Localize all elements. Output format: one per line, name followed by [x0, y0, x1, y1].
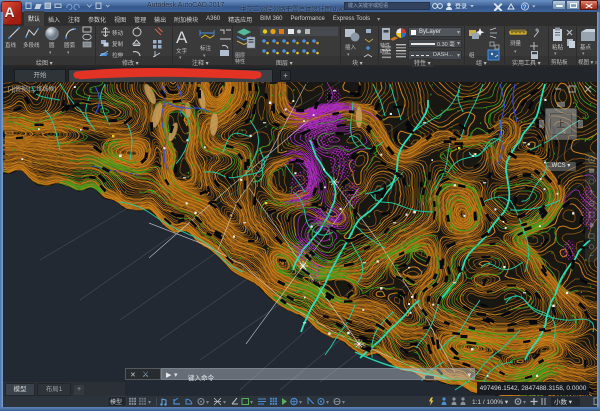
- svg-text:文字: 文字: [176, 47, 188, 55]
- svg-text:▾: ▾: [326, 400, 329, 406]
- svg-text:▾: ▾: [223, 400, 226, 406]
- svg-text:圆: 圆: [49, 42, 55, 49]
- svg-text:标注: 标注: [200, 44, 212, 52]
- svg-text:复制: 复制: [112, 40, 124, 48]
- svg-text:▾: ▾: [67, 50, 70, 56]
- svg-text:▾: ▾: [514, 49, 517, 55]
- svg-text:▾: ▾: [49, 50, 52, 56]
- svg-text:A: A: [176, 28, 188, 47]
- svg-text:▾: ▾: [582, 51, 585, 57]
- svg-text:▾: ▾: [347, 52, 350, 58]
- svg-text:移动: 移动: [112, 29, 124, 37]
- svg-text:▾: ▾: [523, 400, 526, 406]
- svg-text:登录: 登录: [455, 3, 467, 11]
- svg-text:直线: 直线: [5, 41, 17, 49]
- svg-text:1:1 / 100% ▾: 1:1 / 100% ▾: [472, 399, 509, 406]
- svg-text:▾: ▾: [206, 400, 209, 406]
- svg-text:▾: ▾: [554, 51, 557, 57]
- svg-text:▾: ▾: [148, 400, 151, 406]
- svg-text:测量: 测量: [510, 39, 522, 47]
- svg-text:多段线: 多段线: [23, 41, 40, 49]
- svg-text:特性: 特性: [235, 58, 245, 65]
- svg-text:▾: ▾: [342, 400, 345, 406]
- svg-text:基点: 基点: [580, 43, 592, 51]
- svg-text:▾: ▾: [179, 55, 182, 61]
- svg-text:粘贴: 粘贴: [552, 43, 564, 51]
- svg-text:小数 ▾: 小数 ▾: [554, 397, 573, 406]
- svg-text:▾: ▾: [250, 400, 253, 406]
- svg-text:▾: ▾: [299, 400, 302, 406]
- svg-text:插入: 插入: [345, 43, 357, 51]
- svg-text:圆弧: 圆弧: [64, 41, 76, 49]
- svg-text:模型: 模型: [110, 398, 122, 406]
- svg-text:组: 组: [469, 51, 475, 59]
